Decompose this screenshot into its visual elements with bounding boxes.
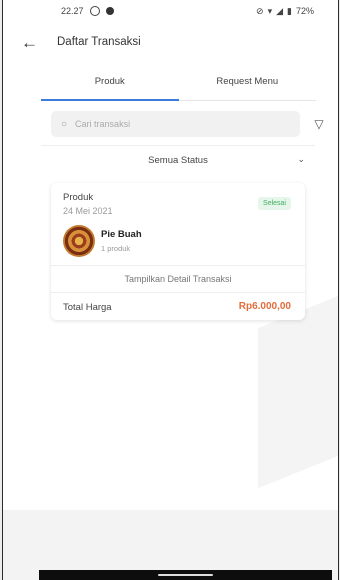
search-input[interactable] <box>73 118 228 130</box>
transaction-date: 24 Mei 2021 <box>63 206 113 216</box>
total-label: Total Harga <box>63 302 112 313</box>
wifi-icon: ▾ <box>267 5 273 16</box>
tab-request-menu[interactable]: Request Menu <box>179 62 317 100</box>
tab-label: Produk <box>94 75 125 87</box>
system-navigation-bar <box>39 570 332 580</box>
search-icon: ○ <box>61 118 68 130</box>
mute-icon: ⊘ <box>256 5 264 16</box>
status-filter-dropdown[interactable]: Semua Status ⌄ <box>41 145 315 174</box>
notification-dot-icon <box>105 7 114 15</box>
total-price: Rp6.000,00 <box>238 301 291 312</box>
product-thumbnail <box>63 225 95 257</box>
tab-label: Request Menu <box>216 75 279 87</box>
app-bar: ← Daftar Transaksi <box>3 22 338 62</box>
tab-bar: Produk Request Menu <box>41 62 316 101</box>
tab-produk[interactable]: Produk <box>41 62 179 101</box>
status-badge: Selesai <box>258 197 291 210</box>
clock: 22.27 <box>61 6 84 16</box>
battery-level: 72% <box>295 6 314 16</box>
phone-screen: 22.27 ⊘ ▾ ◢ ▮ 72% ← Daftar Transaksi Pro… <box>2 0 339 580</box>
show-detail-button[interactable]: Tampilkan Detail Transaksi <box>51 265 305 293</box>
home-gesture-pill[interactable] <box>158 574 213 576</box>
search-box[interactable]: ○ <box>51 111 300 137</box>
back-arrow-icon[interactable]: ← <box>21 34 41 51</box>
chevron-down-icon: ⌄ <box>297 154 305 164</box>
product-quantity: 1 produk <box>101 244 131 253</box>
status-filter-label: Semua Status <box>148 154 208 166</box>
product-name: Pie Buah <box>101 229 142 240</box>
search-row: ○ ▽ <box>3 101 338 137</box>
signal-icon: ◢ <box>276 5 284 16</box>
transaction-card[interactable]: Produk 24 Mei 2021 Selesai Pie Buah 1 pr… <box>51 183 305 320</box>
whatsapp-icon <box>89 6 100 16</box>
filter-icon[interactable]: ▽ <box>310 117 328 131</box>
transaction-category: Produk <box>63 192 94 203</box>
battery-icon: ▮ <box>287 5 292 16</box>
status-bar: 22.27 ⊘ ▾ ◢ ▮ 72% <box>3 0 338 22</box>
page-title: Daftar Transaksi <box>57 36 141 48</box>
